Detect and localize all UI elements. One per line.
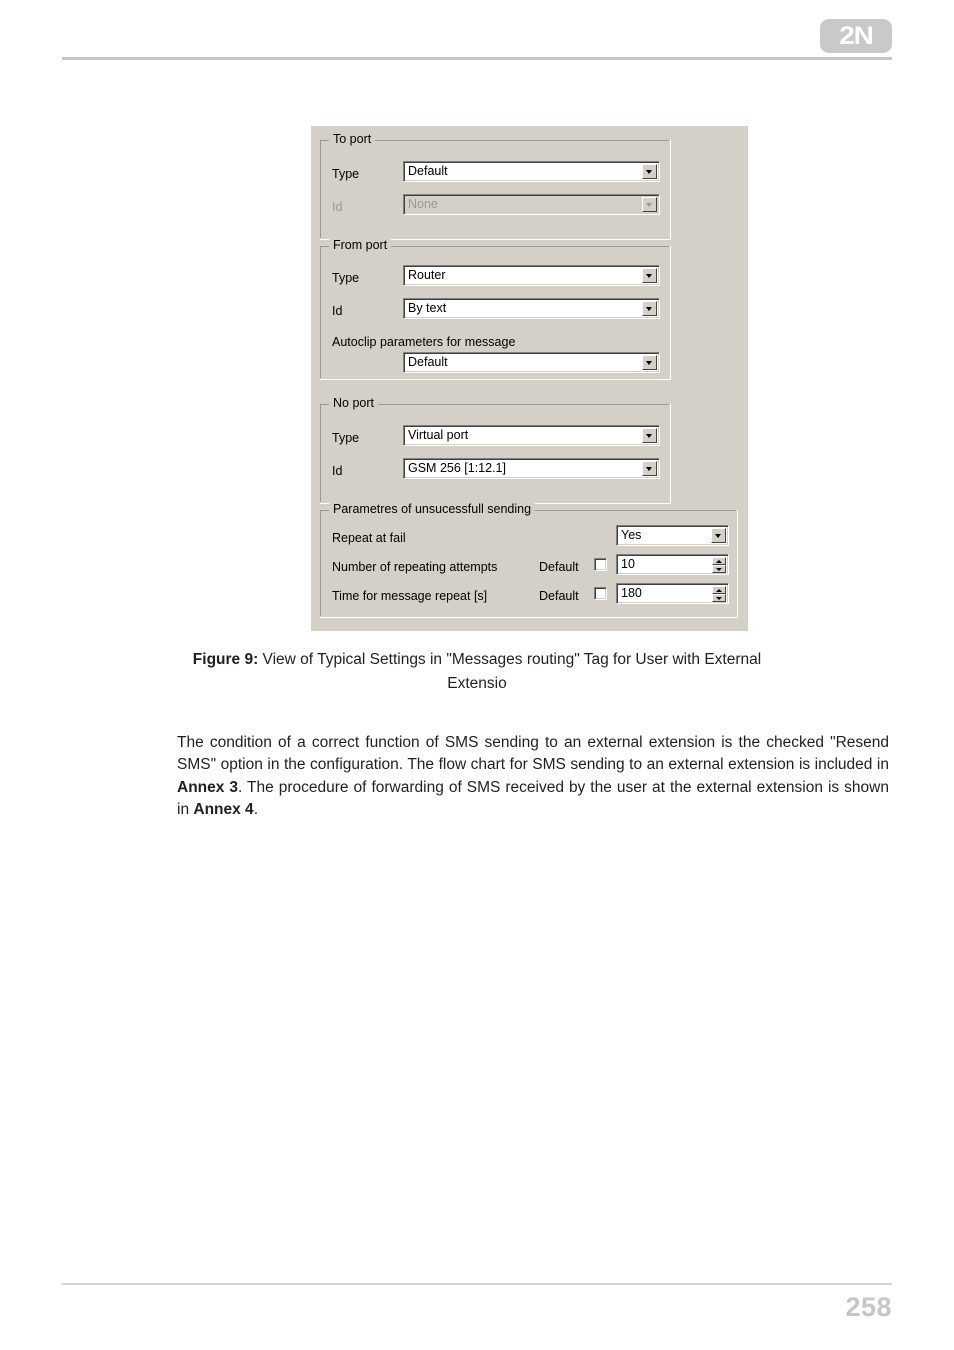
brand-logo-icon: 2N [820, 19, 892, 53]
brand-logo-text: 2N [839, 21, 874, 50]
message-repeat-time-spinner[interactable]: 180 [616, 583, 729, 604]
to-port-type-combo[interactable]: Default [403, 161, 660, 182]
groupbox-no-port: No port [320, 396, 671, 504]
to-port-id-combo: None [403, 194, 660, 215]
figure-caption-prefix: Figure 9: [192, 651, 259, 668]
from-port-type-value: Router [408, 268, 446, 282]
no-port-id-label: Id [332, 464, 343, 478]
repeating-attempts-default-label: Default [539, 560, 579, 574]
repeat-at-fail-label: Repeat at fail [332, 531, 406, 545]
repeat-at-fail-value: Yes [621, 528, 642, 542]
repeating-attempts-spinner[interactable]: 10 [616, 554, 729, 575]
groupbox-from-port-label: From port [329, 238, 392, 252]
body-text-part3: . [253, 801, 258, 818]
spinner-up-icon[interactable] [712, 557, 726, 565]
no-port-id-combo[interactable]: GSM 256 [1:12.1] [403, 458, 660, 479]
chevron-down-icon[interactable] [642, 301, 657, 316]
repeating-attempts-default-checkbox[interactable] [594, 558, 607, 571]
annex-3-reference: Annex 3 [177, 778, 238, 796]
from-port-id-label: Id [332, 304, 343, 318]
spinner-buttons[interactable] [712, 586, 726, 602]
autoclip-parameters-label: Autoclip parameters for message [332, 335, 516, 349]
body-text-part2: . The procedure of forwarding of SMS rec… [177, 778, 889, 819]
groupbox-no-port-label: No port [329, 396, 378, 410]
to-port-id-label: Id [332, 200, 343, 214]
body-text-part1: The condition of a correct function of S… [177, 733, 889, 774]
from-port-type-label: Type [332, 271, 360, 285]
message-repeat-time-default-label: Default [539, 589, 579, 603]
message-repeat-time-label: Time for message repeat [s] [332, 589, 488, 603]
to-port-type-label: Type [332, 167, 360, 181]
chevron-down-icon[interactable] [642, 428, 657, 443]
no-port-type-combo[interactable]: Virtual port [403, 425, 660, 446]
message-repeat-time-default-checkbox[interactable] [594, 587, 607, 600]
chevron-down-icon[interactable] [642, 461, 657, 476]
repeating-attempts-label: Number of repeating attempts [332, 560, 498, 574]
groupbox-to-port: To port [320, 132, 671, 240]
figure-caption-text: View of Typical Settings in "Messages ro… [258, 651, 762, 692]
spinner-down-icon[interactable] [712, 565, 726, 573]
groupbox-unsuccessful-sending-label: Parametres of unsucessfull sending [329, 502, 536, 516]
from-port-type-combo[interactable]: Router [403, 265, 660, 286]
annex-4-reference: Annex 4 [193, 801, 254, 818]
header-divider [62, 57, 892, 60]
spinner-buttons[interactable] [712, 557, 726, 573]
no-port-type-value: Virtual port [408, 428, 469, 442]
page-header: 2N [0, 0, 954, 60]
figure-caption: Figure 9: View of Typical Settings in "M… [177, 648, 777, 696]
groupbox-to-port-label: To port [329, 132, 376, 146]
to-port-id-value: None [408, 197, 438, 211]
chevron-down-icon[interactable] [642, 355, 657, 370]
no-port-type-label: Type [332, 431, 360, 445]
no-port-id-value: GSM 256 [1:12.1] [408, 461, 506, 475]
chevron-down-icon[interactable] [711, 528, 726, 543]
from-port-id-combo[interactable]: By text [403, 298, 660, 319]
spinner-up-icon[interactable] [712, 586, 726, 594]
to-port-type-value: Default [408, 164, 448, 178]
settings-dialog-screenshot: To port Type Default Id None From port T… [311, 126, 748, 631]
footer-divider [62, 1283, 892, 1285]
repeat-at-fail-combo[interactable]: Yes [616, 525, 729, 546]
page-number: 258 [845, 1292, 892, 1322]
repeating-attempts-value: 10 [621, 557, 635, 571]
chevron-down-icon[interactable] [642, 164, 657, 179]
autoclip-parameters-combo[interactable]: Default [403, 352, 660, 373]
autoclip-parameters-value: Default [408, 355, 448, 369]
body-paragraph: The condition of a correct function of S… [177, 732, 889, 822]
spinner-down-icon[interactable] [712, 594, 726, 602]
chevron-down-icon[interactable] [642, 268, 657, 283]
chevron-down-icon [642, 197, 657, 212]
message-repeat-time-value: 180 [621, 586, 642, 600]
from-port-id-value: By text [408, 301, 447, 315]
